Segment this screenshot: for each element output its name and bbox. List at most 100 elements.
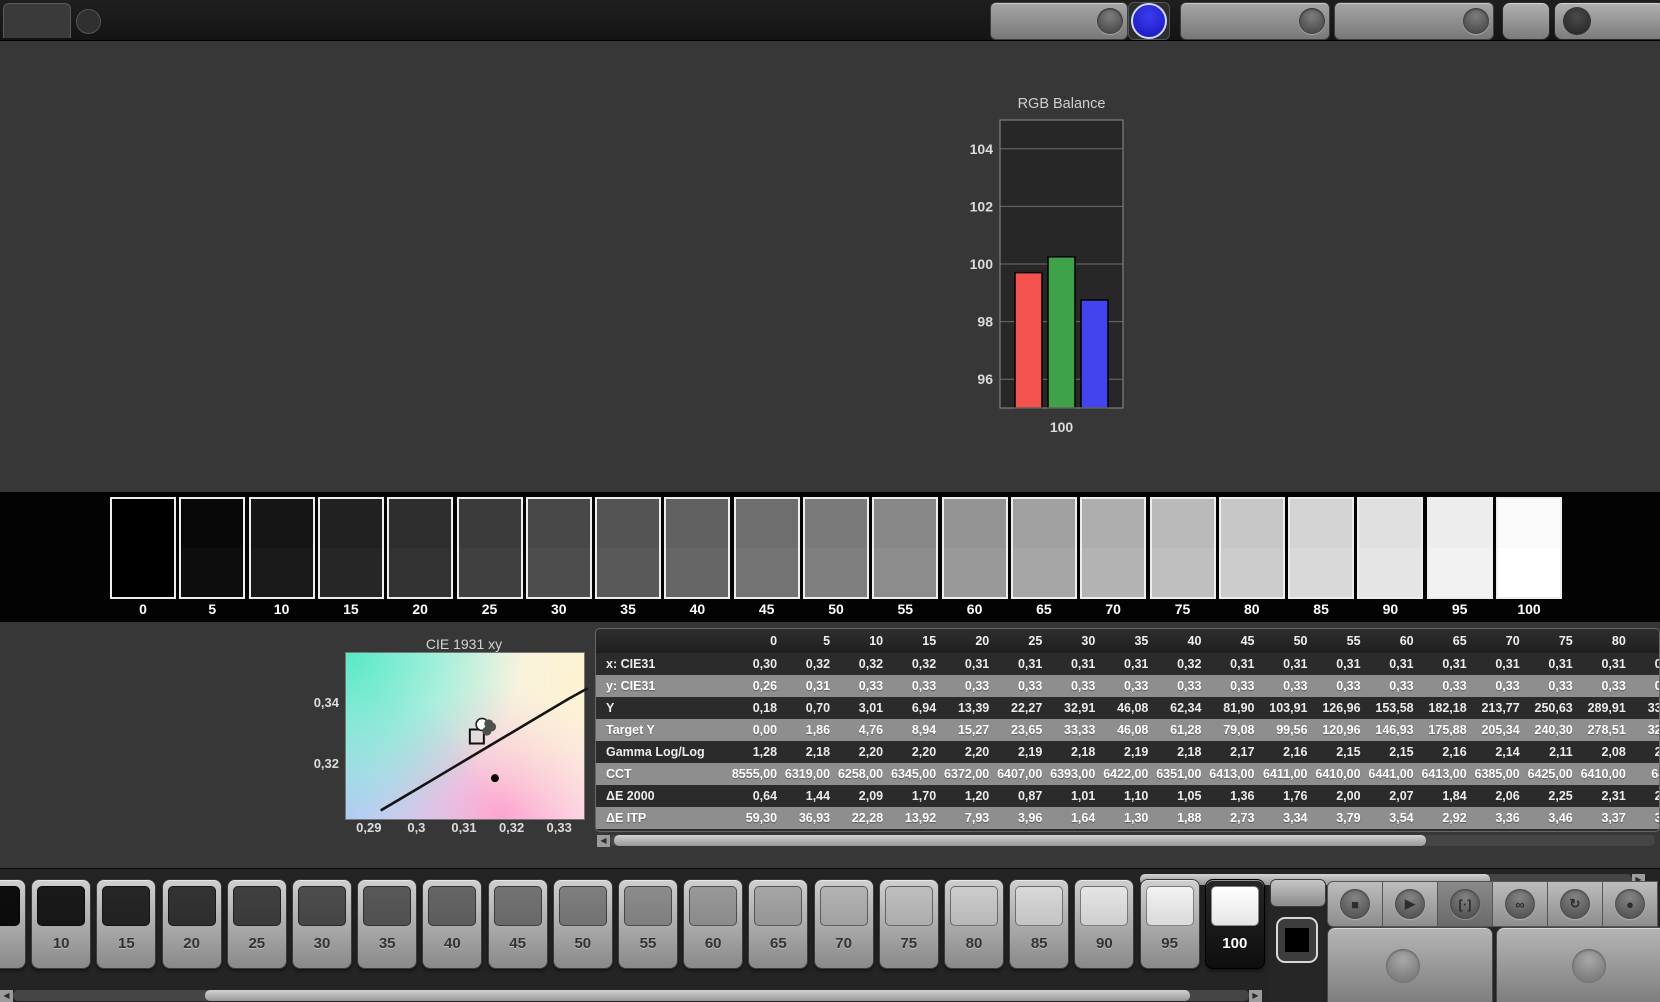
patch-button-10[interactable]: 10 bbox=[31, 879, 92, 969]
patch-button-5[interactable]: 5 bbox=[0, 879, 26, 969]
record-button[interactable]: ● bbox=[1603, 881, 1658, 927]
table-column-header: 40 bbox=[1155, 629, 1209, 653]
table-cell: 81,90 bbox=[1223, 701, 1255, 715]
grayscale-swatch-85 bbox=[1288, 497, 1355, 599]
patch-button-85[interactable]: 85 bbox=[1009, 879, 1070, 969]
swatch-level-label: 90 bbox=[1382, 601, 1399, 617]
loop-range-button[interactable]: [·] bbox=[1438, 881, 1493, 927]
table-cell: 6410,00 bbox=[1315, 767, 1361, 781]
patch-button-35[interactable]: 35 bbox=[357, 879, 418, 969]
table-cell: 2,07 bbox=[1389, 789, 1414, 803]
table-cell: 46,08 bbox=[1117, 701, 1149, 715]
table-row: Target Y 0,00 1,86 4,76 8,94 15,27 23,65 33,33 4… bbox=[596, 719, 1659, 741]
table-cell: 333,0 bbox=[1647, 701, 1659, 715]
patch-button-25[interactable]: 25 bbox=[226, 879, 287, 969]
table-cell: 0,32 bbox=[1177, 657, 1202, 671]
swatch-level-label: 85 bbox=[1313, 601, 1329, 617]
add-tab-button[interactable] bbox=[76, 9, 101, 34]
table-cell: 8555,00 bbox=[731, 767, 778, 781]
table-cell: 1,70 bbox=[911, 789, 937, 803]
patch-button-40[interactable]: 40 bbox=[422, 879, 483, 969]
bottom-scroll-thumb[interactable] bbox=[205, 990, 1190, 1001]
table-scroll-track[interactable] bbox=[610, 835, 1655, 846]
table-scrollbar[interactable]: ◀ bbox=[597, 834, 1655, 847]
table-cell: 4,76 bbox=[858, 723, 884, 737]
cie-xtick: 0,33 bbox=[546, 820, 572, 835]
scroll-left-icon[interactable]: ◀ bbox=[0, 989, 13, 1002]
swatch-level-label: 50 bbox=[828, 601, 844, 617]
table-column-header: 55 bbox=[1314, 629, 1368, 653]
chevron-down-icon[interactable] bbox=[1097, 8, 1123, 34]
tab-history-1[interactable] bbox=[3, 3, 71, 38]
meter-status-stripe bbox=[991, 3, 996, 39]
table-cell: 2,09 bbox=[858, 789, 884, 803]
patch-button-60[interactable]: 60 bbox=[683, 879, 744, 969]
settings-button[interactable] bbox=[1502, 2, 1550, 40]
patch-chip bbox=[819, 886, 868, 926]
table-cell: 213,77 bbox=[1481, 701, 1520, 715]
patch-button-45[interactable]: 45 bbox=[487, 879, 548, 969]
swatch-actual bbox=[943, 499, 1006, 548]
patch-button-65[interactable]: 65 bbox=[748, 879, 809, 969]
table-column-header: 25 bbox=[996, 629, 1050, 653]
patch-chip bbox=[754, 886, 803, 926]
patch-button-75[interactable]: 75 bbox=[878, 879, 939, 969]
cie-chart-overlay bbox=[380, 687, 589, 812]
patch-label: 85 bbox=[1030, 935, 1048, 952]
play-icon: ▶ bbox=[1395, 889, 1425, 919]
meter-dropdown[interactable] bbox=[990, 2, 1128, 40]
patch-button-20[interactable]: 20 bbox=[161, 879, 222, 969]
bottom-scroll-track[interactable] bbox=[13, 990, 1249, 1001]
patch-chip bbox=[37, 886, 86, 926]
chevron-down-icon[interactable] bbox=[1299, 8, 1325, 34]
patch-list-up-button[interactable] bbox=[1270, 879, 1326, 907]
swatch-level-label: 70 bbox=[1105, 601, 1121, 617]
play-button[interactable]: ▶ bbox=[1383, 881, 1438, 927]
grayscale-swatch-65 bbox=[1010, 497, 1077, 599]
source-dropdown[interactable] bbox=[1180, 2, 1330, 40]
table-column-header: 10 bbox=[837, 629, 891, 653]
pattern-window-button[interactable] bbox=[1270, 909, 1324, 1002]
patch-button-15[interactable]: 15 bbox=[96, 879, 157, 969]
grayscale-swatch-40 bbox=[664, 497, 731, 599]
bottom-scrollbar[interactable]: ◀ ▶ bbox=[0, 989, 1262, 1002]
patch-button-30[interactable]: 30 bbox=[292, 879, 352, 969]
patch-button-55[interactable]: 55 bbox=[618, 879, 678, 969]
scroll-right-icon[interactable]: ▶ bbox=[1249, 989, 1262, 1002]
back-button[interactable] bbox=[1327, 927, 1493, 1002]
rgb-balance-line-chart bbox=[385, 96, 965, 450]
table-scroll-thumb[interactable] bbox=[614, 835, 1426, 846]
chevron-down-icon[interactable] bbox=[1463, 8, 1489, 34]
patch-button-50[interactable]: 50 bbox=[552, 879, 613, 969]
swatch-actual bbox=[389, 499, 452, 548]
continuous-button[interactable]: ∞ bbox=[1493, 881, 1548, 927]
transport-controls: ■ ▶ [·] ∞ ↻ ● bbox=[1327, 881, 1658, 927]
display-control-dropdown[interactable] bbox=[1334, 2, 1494, 40]
table-cell: 0,00 bbox=[752, 723, 778, 737]
arrow-left-icon bbox=[1563, 7, 1591, 35]
patch-button-95[interactable]: 95 bbox=[1139, 879, 1200, 969]
table-cell: 3,01 bbox=[858, 701, 884, 715]
collapse-toolbar-button[interactable] bbox=[1554, 2, 1660, 40]
table-row-label: ΔE ITP bbox=[606, 811, 647, 825]
swatch-actual bbox=[1151, 499, 1214, 548]
stop-button[interactable]: ■ bbox=[1327, 881, 1383, 927]
patch-button-70[interactable]: 70 bbox=[813, 879, 874, 969]
patch-button-80[interactable]: 80 bbox=[944, 879, 1004, 969]
gamma-loglog-chart bbox=[1163, 96, 1563, 450]
scroll-left-icon[interactable]: ◀ bbox=[597, 834, 610, 847]
swatch-level-label: 25 bbox=[481, 601, 498, 617]
svg-text:102: 102 bbox=[970, 198, 994, 214]
table-cell: 120,96 bbox=[1322, 723, 1361, 737]
table-cell: 6372,00 bbox=[944, 767, 990, 781]
patch-chip bbox=[950, 886, 998, 926]
meter-count-button[interactable] bbox=[1128, 2, 1170, 40]
refresh-button[interactable]: ↻ bbox=[1548, 881, 1603, 927]
next-button[interactable] bbox=[1496, 927, 1660, 1002]
table-cell: 6385,00 bbox=[1474, 767, 1520, 781]
strip-row-label-target bbox=[90, 548, 105, 600]
patch-button-90[interactable]: 90 bbox=[1074, 879, 1135, 969]
table-cell: 13,92 bbox=[904, 811, 937, 825]
swatch-actual bbox=[1428, 499, 1491, 548]
patch-button-100[interactable]: 100 bbox=[1204, 879, 1265, 969]
